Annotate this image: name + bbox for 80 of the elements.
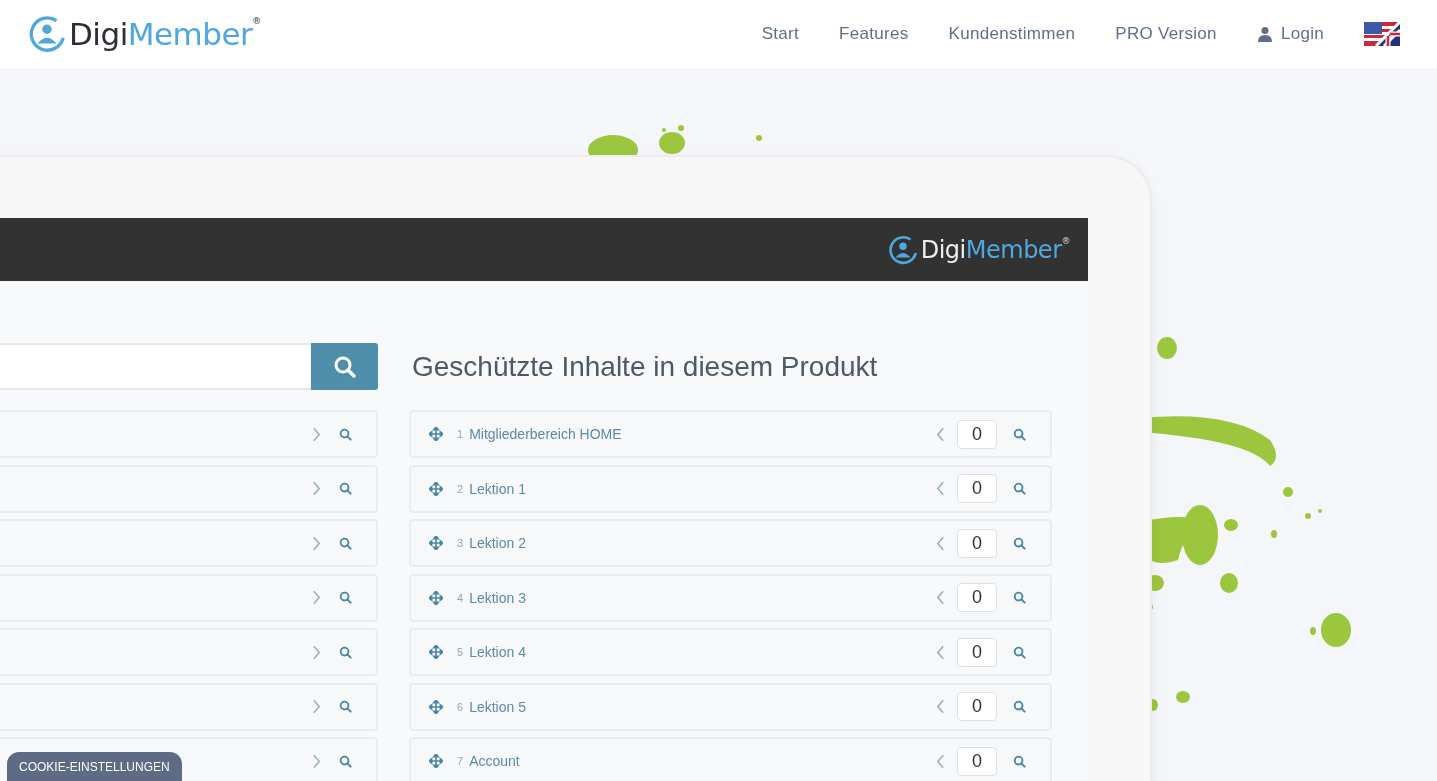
- search-icon[interactable]: [339, 536, 352, 550]
- logo-wordmark: DigiMember$^{®}$: [920, 235, 1070, 264]
- content-row[interactable]: 5 Lektion 4 0: [409, 628, 1052, 676]
- search-icon[interactable]: [339, 645, 352, 659]
- item-label: Lektion 1: [469, 480, 526, 497]
- chevron-right-icon[interactable]: [312, 481, 321, 496]
- chevron-right-icon[interactable]: [312, 590, 321, 605]
- cookie-settings-button[interactable]: COOKIE-EINSTELLUNGEN: [7, 752, 182, 781]
- content-row[interactable]: 7 Account 0: [409, 737, 1052, 781]
- user-icon: [1256, 26, 1273, 42]
- nav-link[interactable]: Features: [839, 24, 909, 44]
- chevron-right-icon[interactable]: [312, 535, 321, 551]
- chevron-left-icon[interactable]: [936, 644, 945, 660]
- content-row[interactable]: 4 Lektion 3 0: [409, 573, 1052, 622]
- section-title: Geschützte Inhalte in diesem Produkt: [412, 350, 879, 384]
- move-icon[interactable]: [429, 645, 443, 659]
- number-field[interactable]: 0: [957, 637, 997, 667]
- item-label: Lektion 2: [469, 535, 526, 551]
- item-label: Lektion 4: [469, 644, 526, 660]
- item-number: 4: [457, 591, 464, 604]
- search-icon[interactable]: [1013, 427, 1026, 441]
- search-icon[interactable]: [339, 482, 352, 495]
- content-row[interactable]: 1 Mitgliederbereich HOME 0: [409, 410, 1052, 458]
- item-number: 6: [457, 700, 464, 713]
- number-field[interactable]: 0: [957, 692, 997, 721]
- search-icon[interactable]: [1013, 536, 1026, 550]
- move-icon[interactable]: [429, 754, 443, 768]
- item-number: 2: [457, 482, 464, 495]
- item-label: Account: [469, 753, 520, 769]
- logo-icon: [887, 234, 918, 265]
- search-icon[interactable]: [1013, 482, 1026, 495]
- nav-link[interactable]: Kundenstimmen: [948, 24, 1076, 44]
- item-label: Lektion 3: [469, 589, 526, 606]
- chevron-left-icon[interactable]: [936, 481, 945, 496]
- content-row[interactable]: 6 Lektion 5 0: [409, 682, 1052, 731]
- item-label: Mitgliederbereich HOME: [469, 426, 622, 442]
- chevron-left-icon[interactable]: [936, 699, 945, 714]
- chevron-left-icon[interactable]: [936, 590, 945, 605]
- number-field[interactable]: 0: [957, 474, 997, 503]
- move-icon[interactable]: [429, 699, 443, 714]
- number-field[interactable]: 0: [957, 419, 997, 449]
- number-field[interactable]: 0: [957, 528, 997, 558]
- item-number: 7: [457, 755, 464, 767]
- item-number: 3: [457, 537, 464, 549]
- move-icon[interactable]: [429, 427, 443, 441]
- chevron-right-icon[interactable]: [312, 644, 321, 660]
- item-number: 5: [457, 646, 464, 658]
- item-number: 1: [457, 428, 464, 440]
- search-field[interactable]: [0, 343, 311, 390]
- content-row[interactable]: 2 Lektion 1 0: [409, 464, 1052, 513]
- chevron-right-icon[interactable]: [312, 699, 321, 714]
- item-label: Lektion 5: [469, 698, 526, 715]
- search-button[interactable]: [311, 343, 378, 390]
- number-field[interactable]: 0: [957, 746, 997, 776]
- flag-icon[interactable]: [1364, 22, 1400, 46]
- move-icon[interactable]: [429, 481, 443, 496]
- chevron-right-icon[interactable]: [312, 753, 321, 769]
- login-link[interactable]: Login: [1256, 24, 1324, 44]
- search-icon[interactable]: [339, 700, 352, 713]
- search-icon[interactable]: [1013, 700, 1026, 713]
- search-icon[interactable]: [339, 427, 352, 441]
- logo-wordmark: DigiMember$^{®}$: [69, 16, 261, 52]
- number-field[interactable]: 0: [957, 583, 997, 612]
- search-icon[interactable]: [339, 591, 352, 604]
- chevron-left-icon[interactable]: [936, 426, 945, 442]
- search-icon: [332, 354, 357, 379]
- logo-icon: [28, 15, 66, 53]
- login-label[interactable]: Login: [1280, 24, 1324, 44]
- content-row[interactable]: 3 Lektion 2 0: [409, 519, 1052, 567]
- chevron-left-icon[interactable]: [936, 753, 945, 769]
- search-icon[interactable]: [339, 754, 352, 768]
- nav-link[interactable]: PRO Version: [1115, 24, 1217, 44]
- search-icon[interactable]: [1013, 645, 1026, 659]
- move-icon[interactable]: [429, 590, 443, 605]
- search-icon[interactable]: [1013, 754, 1026, 768]
- move-icon[interactable]: [429, 536, 443, 550]
- nav-link[interactable]: Start: [761, 24, 800, 44]
- search-icon[interactable]: [1013, 591, 1026, 604]
- chevron-left-icon[interactable]: [936, 535, 945, 551]
- chevron-right-icon[interactable]: [312, 426, 321, 442]
